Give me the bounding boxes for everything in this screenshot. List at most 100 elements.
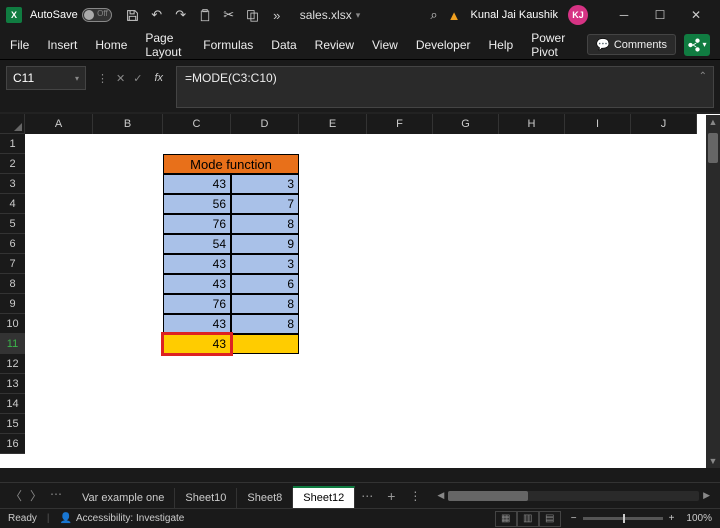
sheet-tab-sheet8[interactable]: Sheet8 — [237, 488, 293, 508]
cell-C5[interactable]: 76 — [163, 214, 231, 234]
column-header-B[interactable]: B — [93, 114, 163, 134]
column-header-I[interactable]: I — [565, 114, 631, 134]
clipboard-icon[interactable] — [198, 8, 212, 22]
column-header-J[interactable]: J — [631, 114, 697, 134]
tab-data[interactable]: Data — [271, 38, 296, 52]
user-name[interactable]: Kunal Jai Kaushik — [471, 9, 558, 21]
column-header-C[interactable]: C — [163, 114, 231, 134]
undo-icon[interactable]: ↶ — [150, 8, 164, 22]
horizontal-scrollbar[interactable]: ◀ ▶ — [433, 490, 714, 501]
scroll-thumb[interactable] — [708, 133, 718, 163]
minimize-button[interactable]: ─ — [606, 1, 642, 29]
tab-page-layout[interactable]: Page Layout — [145, 31, 185, 59]
column-header-E[interactable]: E — [299, 114, 367, 134]
cell-D11[interactable] — [231, 334, 299, 354]
column-header-F[interactable]: F — [367, 114, 433, 134]
scroll-up-icon[interactable]: ▲ — [706, 115, 720, 129]
row-header-14[interactable]: 14 — [0, 394, 25, 414]
more-tabs-icon[interactable]: ⋯ — [355, 485, 379, 507]
select-all-button[interactable] — [0, 114, 25, 134]
cell-C9[interactable]: 76 — [163, 294, 231, 314]
sheet-tab-var-example-one[interactable]: Var example one — [72, 488, 175, 508]
row-header-7[interactable]: 7 — [0, 254, 25, 274]
tab-power-pivot[interactable]: Power Pivot — [531, 31, 569, 59]
row-header-9[interactable]: 9 — [0, 294, 25, 314]
cell-D3[interactable]: 3 — [231, 174, 299, 194]
cell-D5[interactable]: 8 — [231, 214, 299, 234]
cell-C2[interactable]: Mode function — [163, 154, 299, 174]
tab-options-icon[interactable]: ⋮ — [403, 489, 427, 503]
cell-D8[interactable]: 6 — [231, 274, 299, 294]
worksheet-grid[interactable]: ABCDEFGHIJ 12345678910111213141516 Mode … — [0, 114, 720, 468]
tab-insert[interactable]: Insert — [47, 38, 77, 52]
accessibility-status[interactable]: Accessibility: Investigate — [76, 513, 184, 524]
zoom-out-button[interactable]: − — [571, 513, 577, 524]
cell-D7[interactable]: 3 — [231, 254, 299, 274]
sheet-tab-sheet10[interactable]: Sheet10 — [175, 488, 237, 508]
column-headers[interactable]: ABCDEFGHIJ — [25, 114, 697, 134]
chevron-down-icon[interactable]: ▾ — [75, 74, 79, 83]
copy-icon[interactable] — [246, 8, 260, 22]
search-icon[interactable]: ⌕ — [430, 7, 437, 23]
row-header-12[interactable]: 12 — [0, 354, 25, 374]
tab-review[interactable]: Review — [315, 38, 354, 52]
toggle-switch-icon[interactable]: Off — [82, 8, 112, 22]
expand-up-icon[interactable]: ⌃ — [699, 71, 707, 82]
comments-button[interactable]: 💬 Comments — [587, 34, 676, 55]
page-layout-view-button[interactable]: ▥ — [517, 511, 539, 527]
tab-help[interactable]: Help — [489, 38, 514, 52]
tab-view[interactable]: View — [372, 38, 398, 52]
filename[interactable]: sales.xlsx ▾ — [300, 8, 361, 22]
add-sheet-button[interactable]: + — [379, 484, 403, 508]
warning-icon[interactable]: ▲ — [448, 8, 461, 23]
scroll-right-icon[interactable]: ▶ — [699, 490, 714, 501]
scroll-track[interactable] — [448, 491, 699, 501]
row-header-16[interactable]: 16 — [0, 434, 25, 454]
column-header-G[interactable]: G — [433, 114, 499, 134]
tab-developer[interactable]: Developer — [416, 38, 471, 52]
confirm-icon[interactable]: ✓ — [130, 72, 145, 85]
save-icon[interactable] — [126, 8, 140, 22]
tab-formulas[interactable]: Formulas — [203, 38, 253, 52]
row-headers[interactable]: 12345678910111213141516 — [0, 134, 25, 454]
cell-C6[interactable]: 54 — [163, 234, 231, 254]
share-button[interactable]: ▾ — [684, 34, 710, 56]
zoom-slider[interactable] — [583, 517, 663, 520]
cancel-icon[interactable]: ✕ — [113, 72, 128, 85]
row-header-2[interactable]: 2 — [0, 154, 25, 174]
column-header-A[interactable]: A — [25, 114, 93, 134]
row-header-11[interactable]: 11 — [0, 334, 25, 354]
tab-file[interactable]: File — [10, 38, 29, 52]
name-box[interactable]: C11 ▾ — [6, 66, 86, 90]
more-sheets-icon[interactable]: ⋯ — [48, 487, 64, 504]
redo-icon[interactable]: ↷ — [174, 8, 188, 22]
row-header-3[interactable]: 3 — [0, 174, 25, 194]
zoom-level[interactable]: 100% — [686, 513, 712, 524]
column-header-H[interactable]: H — [499, 114, 565, 134]
formula-input[interactable]: =MODE(C3:C10) ⌃ — [176, 66, 714, 108]
vertical-dots-icon[interactable]: ⋮ — [94, 72, 111, 85]
row-header-5[interactable]: 5 — [0, 214, 25, 234]
row-header-10[interactable]: 10 — [0, 314, 25, 334]
row-header-13[interactable]: 13 — [0, 374, 25, 394]
cell-D9[interactable]: 8 — [231, 294, 299, 314]
tab-home[interactable]: Home — [95, 38, 127, 52]
cell-C3[interactable]: 43 — [163, 174, 231, 194]
more-icon[interactable]: » — [270, 8, 284, 22]
autosave-toggle[interactable]: AutoSave Off — [30, 8, 112, 22]
scroll-left-icon[interactable]: ◀ — [433, 490, 448, 501]
cell-C7[interactable]: 43 — [163, 254, 231, 274]
row-header-8[interactable]: 8 — [0, 274, 25, 294]
row-header-1[interactable]: 1 — [0, 134, 25, 154]
row-header-4[interactable]: 4 — [0, 194, 25, 214]
row-header-15[interactable]: 15 — [0, 414, 25, 434]
prev-sheet-icon[interactable]: 〈 — [8, 487, 24, 504]
fx-icon[interactable]: fx — [151, 72, 166, 84]
scroll-down-icon[interactable]: ▼ — [706, 454, 720, 468]
normal-view-button[interactable]: ▦ — [495, 511, 517, 527]
cell-C10[interactable]: 43 — [163, 314, 231, 334]
user-avatar[interactable]: KJ — [568, 5, 588, 25]
sheet-tab-sheet12[interactable]: Sheet12 — [293, 486, 355, 508]
row-header-6[interactable]: 6 — [0, 234, 25, 254]
accessibility-icon[interactable]: 👤 — [60, 513, 72, 524]
